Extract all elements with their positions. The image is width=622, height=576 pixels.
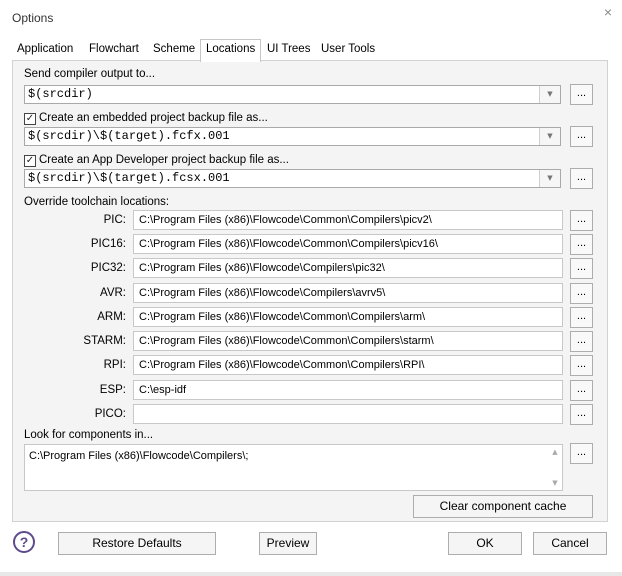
restore-defaults-button[interactable]: Restore Defaults <box>58 532 216 555</box>
toolchain-rpi-label: RPI: <box>103 359 126 371</box>
toolchain-pic32-browse-button[interactable]: ... <box>570 258 593 279</box>
toolchain-starm-browse-button[interactable]: ... <box>570 331 593 352</box>
toolchain-pic-input[interactable]: C:\Program Files (x86)\Flowcode\Common\C… <box>133 210 563 230</box>
help-icon[interactable]: ? <box>13 531 35 553</box>
check-icon: ✓ <box>25 155 35 166</box>
components-scrollbar[interactable]: ▲ ▼ <box>548 445 562 490</box>
compiler-output-value: $(srcdir) <box>28 87 93 101</box>
appdev-backup-value: $(srcdir)\$(target).fcsx.001 <box>28 171 230 185</box>
components-textarea[interactable]: C:\Program Files (x86)\Flowcode\Compiler… <box>24 444 563 491</box>
toolchain-esp-browse-button[interactable]: ... <box>570 380 593 401</box>
window-title: Options <box>12 11 54 25</box>
tab-locations[interactable]: Locations <box>200 39 262 62</box>
toolchain-arm-label: ARM: <box>97 311 126 323</box>
toolchain-avr-browse-button[interactable]: ... <box>570 283 593 304</box>
clear-cache-button[interactable]: Clear component cache <box>413 495 593 518</box>
tab-ui-trees[interactable]: UI Trees <box>262 40 315 60</box>
chevron-down-icon[interactable]: ▼ <box>539 128 560 145</box>
appdev-backup-checkbox[interactable]: ✓ <box>24 155 36 167</box>
compiler-output-browse-button[interactable]: ... <box>570 84 593 105</box>
toolchain-pic32-input[interactable]: C:\Program Files (x86)\Flowcode\Compiler… <box>133 258 563 278</box>
chevron-down-icon[interactable]: ▼ <box>539 170 560 187</box>
scroll-down-icon[interactable]: ▼ <box>548 479 562 487</box>
close-icon[interactable]: × <box>604 4 612 20</box>
embedded-backup-label: Create an embedded project backup file a… <box>39 112 268 124</box>
toolchain-heading: Override toolchain locations: <box>24 196 170 208</box>
tab-scheme[interactable]: Scheme <box>148 40 200 60</box>
embedded-backup-checkbox[interactable]: ✓ <box>24 113 36 125</box>
tab-user-tools[interactable]: User Tools <box>316 40 380 60</box>
ok-button[interactable]: OK <box>448 532 522 555</box>
appdev-backup-combo[interactable]: $(srcdir)\$(target).fcsx.001 ▼ <box>24 169 561 188</box>
components-label: Look for components in... <box>24 429 154 441</box>
toolchain-pico-browse-button[interactable]: ... <box>570 404 593 425</box>
toolchain-arm-input[interactable]: C:\Program Files (x86)\Flowcode\Common\C… <box>133 307 563 327</box>
toolchain-esp-input[interactable]: C:\esp-idf <box>133 380 563 400</box>
toolchain-pic16-input[interactable]: C:\Program Files (x86)\Flowcode\Common\C… <box>133 234 563 254</box>
embedded-backup-value: $(srcdir)\$(target).fcfx.001 <box>28 129 230 143</box>
chevron-down-icon[interactable]: ▼ <box>539 86 560 103</box>
toolchain-pic32-label: PIC32: <box>90 262 126 274</box>
toolchain-starm-label: STARM: <box>83 335 126 347</box>
components-value: C:\Program Files (x86)\Flowcode\Compiler… <box>29 450 249 462</box>
embedded-backup-combo[interactable]: $(srcdir)\$(target).fcfx.001 ▼ <box>24 127 561 146</box>
bottom-divider <box>0 572 622 576</box>
toolchain-pic-browse-button[interactable]: ... <box>570 210 593 231</box>
toolchain-rpi-input[interactable]: C:\Program Files (x86)\Flowcode\Common\C… <box>133 355 563 375</box>
preview-button[interactable]: Preview <box>259 532 317 555</box>
appdev-backup-label: Create an App Developer project backup f… <box>39 154 289 166</box>
toolchain-avr-input[interactable]: C:\Program Files (x86)\Flowcode\Compiler… <box>133 283 563 303</box>
compiler-output-combo[interactable]: $(srcdir) ▼ <box>24 85 561 104</box>
compiler-output-label: Send compiler output to... <box>24 68 156 80</box>
toolchain-pico-label: PICO: <box>94 408 126 420</box>
components-browse-button[interactable]: ... <box>570 443 593 464</box>
cancel-button[interactable]: Cancel <box>533 532 607 555</box>
toolchain-pic16-label: PIC16: <box>90 238 126 250</box>
toolchain-rpi-browse-button[interactable]: ... <box>570 355 593 376</box>
toolchain-esp-label: ESP: <box>99 384 126 396</box>
toolchain-arm-browse-button[interactable]: ... <box>570 307 593 328</box>
toolchain-pico-input[interactable] <box>133 404 563 424</box>
toolchain-starm-input[interactable]: C:\Program Files (x86)\Flowcode\Common\C… <box>133 331 563 351</box>
appdev-backup-browse-button[interactable]: ... <box>570 168 593 189</box>
check-icon: ✓ <box>25 113 35 124</box>
tab-application[interactable]: Application <box>12 40 78 60</box>
embedded-backup-browse-button[interactable]: ... <box>570 126 593 147</box>
scroll-up-icon[interactable]: ▲ <box>548 448 562 456</box>
tab-flowchart[interactable]: Flowchart <box>84 40 144 60</box>
toolchain-pic-label: PIC: <box>103 214 126 226</box>
toolchain-pic16-browse-button[interactable]: ... <box>570 234 593 255</box>
toolchain-avr-label: AVR: <box>100 287 126 299</box>
